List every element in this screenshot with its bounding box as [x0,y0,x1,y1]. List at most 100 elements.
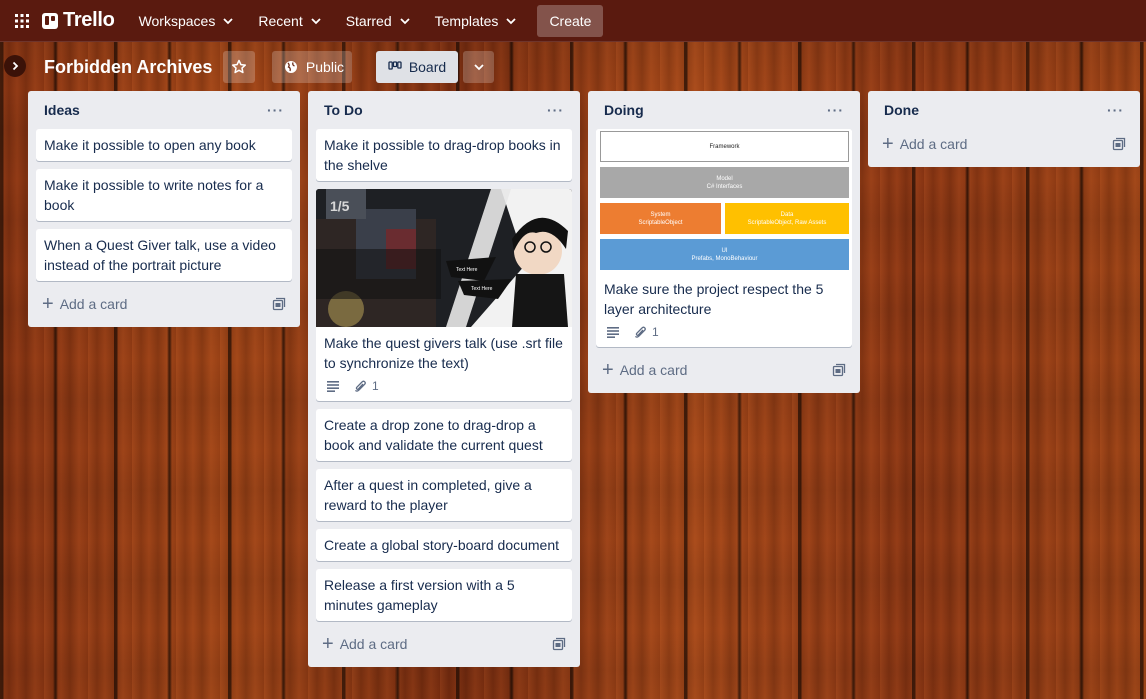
list-done: Done ··· + Add a card [868,91,1140,167]
workspaces-label: Workspaces [138,12,216,29]
paperclip-icon [354,380,366,392]
card-title: After a quest in completed, give a rewar… [324,477,532,513]
card[interactable]: Create a drop zone to drag-drop a book a… [316,409,572,461]
card-title: Create a drop zone to drag-drop a book a… [324,417,543,453]
trello-logo-icon [42,12,58,29]
star-board-button[interactable] [223,51,255,83]
templates-label: Templates [434,12,499,29]
trello-logo[interactable]: Trello [42,9,115,32]
card[interactable]: Make it possible to write notes for a bo… [36,169,292,221]
sidebar-expand-icon[interactable] [4,55,26,77]
top-nav: Trello Workspaces Recent Starred Templat… [0,0,1146,42]
starred-menu[interactable]: Starred [336,5,421,37]
more-icon[interactable]: ··· [267,102,284,118]
visibility-label: Public [305,59,345,75]
diagram-system: System ScriptableObject [600,203,721,234]
apps-grid-icon[interactable] [10,9,34,33]
diagram-label: Framework [709,143,740,150]
list-title[interactable]: Doing [604,102,644,118]
add-card-button[interactable]: + Add a card [36,289,292,319]
list-ideas: Ideas ··· Make it possible to open any b… [28,91,300,327]
paperclip-icon [634,326,646,338]
card-title: Make it possible to write notes for a bo… [44,177,264,213]
diagram-label: UI [721,247,728,254]
add-card-label: Add a card [339,636,408,652]
card-badges: 1 [596,325,852,347]
list-title[interactable]: Done [884,102,919,118]
recent-menu[interactable]: Recent [248,5,331,37]
attachment-count: 1 [652,325,659,339]
chevron-down-icon [399,17,410,24]
plus-icon: + [322,633,334,655]
card[interactable]: After a quest in completed, give a rewar… [316,469,572,521]
card[interactable]: When a Quest Giver talk, use a video ins… [36,229,292,281]
card[interactable]: 1/5 Text Here Text Here Make the quest g… [316,189,572,401]
attachment-count: 1 [372,379,379,393]
chevron-down-icon [506,17,517,24]
view-switcher-button[interactable] [463,51,494,83]
card-title: Make sure the project respect the 5 laye… [604,281,824,317]
card[interactable]: Framework Model C# Interfaces System Scr… [596,129,852,347]
list-header: Done ··· [876,91,1132,129]
logo-text: Trello [63,9,115,31]
workspaces-menu[interactable]: Workspaces [129,5,245,37]
card-title: Release a first version with a 5 minutes… [324,577,515,613]
template-icon[interactable] [832,363,846,377]
card-title: When a Quest Giver talk, use a video ins… [44,237,276,273]
diagram-label: System [650,211,671,218]
list-doing: Doing ··· Framework Model C# Interfaces … [588,91,860,393]
create-button[interactable]: Create [537,4,604,37]
card-title: Make it possible to drag-drop books in t… [324,137,561,173]
speech-bubble-text: Text Here [456,267,478,273]
card-title: Make the quest givers talk (use .srt fil… [324,335,563,371]
add-card-label: Add a card [619,362,688,378]
card[interactable]: Create a global story-board document [316,529,572,561]
more-icon[interactable]: ··· [1107,102,1124,118]
diagram-data: Data ScriptableObject, Raw Assets [725,203,849,234]
list-todo: To Do ··· Make it possible to drag-drop … [308,91,580,667]
list-header: Doing ··· [596,91,852,129]
board-icon [388,61,402,70]
more-icon[interactable]: ··· [827,102,844,118]
diagram-sublabel: Prefabs, MonoBehaviour [691,255,758,262]
add-card-button[interactable]: + Add a card [876,129,1132,159]
list-header: Ideas ··· [36,91,292,129]
diagram-ui: UI Prefabs, MonoBehaviour [600,239,849,270]
template-icon[interactable] [552,637,566,651]
attachment-badge: 1 [354,379,379,393]
chevron-down-icon [311,17,321,24]
starred-label: Starred [345,12,392,29]
diagram-sublabel: ScriptableObject [638,219,683,226]
board-title[interactable]: Forbidden Archives [44,57,212,78]
description-icon [607,327,619,338]
diagram-sublabel: C# Interfaces [706,183,743,190]
card[interactable]: Make it possible to open any book [36,129,292,161]
diagram-model: Model C# Interfaces [600,167,849,198]
add-card-button[interactable]: + Add a card [316,629,572,659]
add-card-label: Add a card [59,296,128,312]
card-badges: 1 [316,379,572,401]
add-card-label: Add a card [899,136,968,152]
plus-icon: + [602,359,614,381]
list-title[interactable]: Ideas [44,102,80,118]
templates-menu[interactable]: Templates [425,5,528,37]
list-title[interactable]: To Do [324,102,363,118]
card[interactable]: Release a first version with a 5 minutes… [316,569,572,621]
more-icon[interactable]: ··· [547,102,564,118]
visibility-button[interactable]: Public [272,51,352,83]
card[interactable]: Make it possible to drag-drop books in t… [316,129,572,181]
card-cover-diagram: Framework Model C# Interfaces System Scr… [596,129,852,273]
globe-icon [284,61,297,73]
list-header: To Do ··· [316,91,572,129]
diagram-sublabel: ScriptableObject, Raw Assets [747,219,827,226]
template-icon[interactable] [1112,137,1126,151]
template-icon[interactable] [272,297,286,311]
board-view-button[interactable]: Board [376,51,458,83]
add-card-button[interactable]: + Add a card [596,355,852,385]
chevron-down-icon [223,17,233,24]
diagram-framework: Framework [600,131,849,162]
speech-bubble-text: Text Here [471,286,493,292]
plus-icon: + [42,293,54,315]
svg-text:1/5: 1/5 [330,198,350,214]
attachment-badge: 1 [634,325,659,339]
